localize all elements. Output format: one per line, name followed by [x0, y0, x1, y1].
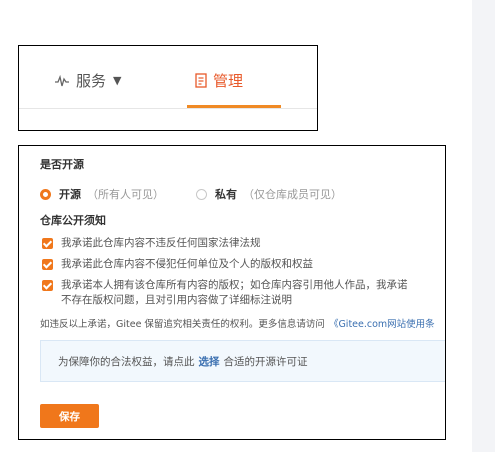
- repo-visibility-panel: 是否开源 开源 （所有人可见） 私有 （仅仓库成员可见） 仓库公开须知 我承诺此…: [18, 145, 446, 440]
- save-button[interactable]: 保存: [40, 404, 99, 428]
- notice-text-1: 我承诺此仓库内容不违反任何国家法律法规: [61, 237, 261, 249]
- radio-private-hint: （仅仓库成员可见）: [243, 188, 342, 201]
- radio-private-label: 私有: [215, 188, 237, 201]
- notice-checkbox-3[interactable]: [42, 280, 53, 291]
- visibility-title: 是否开源: [40, 158, 84, 171]
- notice-item: 我承诺本人拥有该仓库所有内容的版权；如仓库内容引用他人作品，我承诺 不存在版权问…: [42, 278, 408, 308]
- license-info-box: 为保障你的合法权益，请点此 选择 合适的开源许可证: [40, 340, 445, 382]
- license-prefix: 为保障你的合法权益，请点此: [58, 355, 195, 368]
- radio-open-source-label: 开源: [59, 188, 81, 201]
- repo-nav-tabs: 服务 ▼ 管理: [18, 45, 318, 131]
- choose-license-link[interactable]: 选择: [199, 354, 220, 369]
- visibility-options: 开源 （所有人可见） 私有 （仅仓库成员可见）: [40, 186, 342, 202]
- notice-text-3-line2: 不存在版权问题，且对引用内容做了详细标注说明: [61, 294, 292, 306]
- notice-text-2: 我承诺此仓库内容不侵犯任何单位及个人的版权和权益: [61, 258, 313, 270]
- document-list-icon: [195, 73, 207, 88]
- notice-checkbox-2[interactable]: [42, 259, 53, 270]
- footnote-text: 如违反以上承诺，Gitee 保留追究相关责任的权利。更多信息请访问: [40, 319, 325, 330]
- notice-item: 我承诺此仓库内容不侵犯任何单位及个人的版权和权益: [42, 257, 313, 272]
- terms-link[interactable]: 《Gitee.com网站使用条: [329, 319, 435, 330]
- notice-footnote: 如违反以上承诺，Gitee 保留追究相关责任的权利。更多信息请访问 《Gitee.…: [40, 316, 435, 330]
- radio-open-source-hint: （所有人可见）: [87, 188, 164, 201]
- radio-private[interactable]: [196, 188, 207, 200]
- tab-manage[interactable]: 管理: [195, 70, 243, 91]
- notice-text-3: 我承诺本人拥有该仓库所有内容的版权；如仓库内容引用他人作品，我承诺: [61, 279, 408, 291]
- tab-manage-label: 管理: [213, 72, 244, 90]
- notice-title: 仓库公开须知: [40, 214, 106, 227]
- radio-open-source[interactable]: [40, 188, 51, 200]
- notice-checkbox-1[interactable]: [42, 238, 53, 249]
- caret-down-icon: ▼: [113, 74, 122, 87]
- license-suffix: 合适的开源许可证: [223, 355, 308, 368]
- right-sidebar-background: [472, 0, 495, 452]
- pulse-icon: [55, 74, 69, 87]
- tab-service[interactable]: 服务 ▼: [55, 70, 121, 91]
- tab-service-label: 服务: [76, 72, 107, 90]
- tabs-divider: [19, 108, 317, 109]
- notice-item: 我承诺此仓库内容不违反任何国家法律法规: [42, 236, 261, 251]
